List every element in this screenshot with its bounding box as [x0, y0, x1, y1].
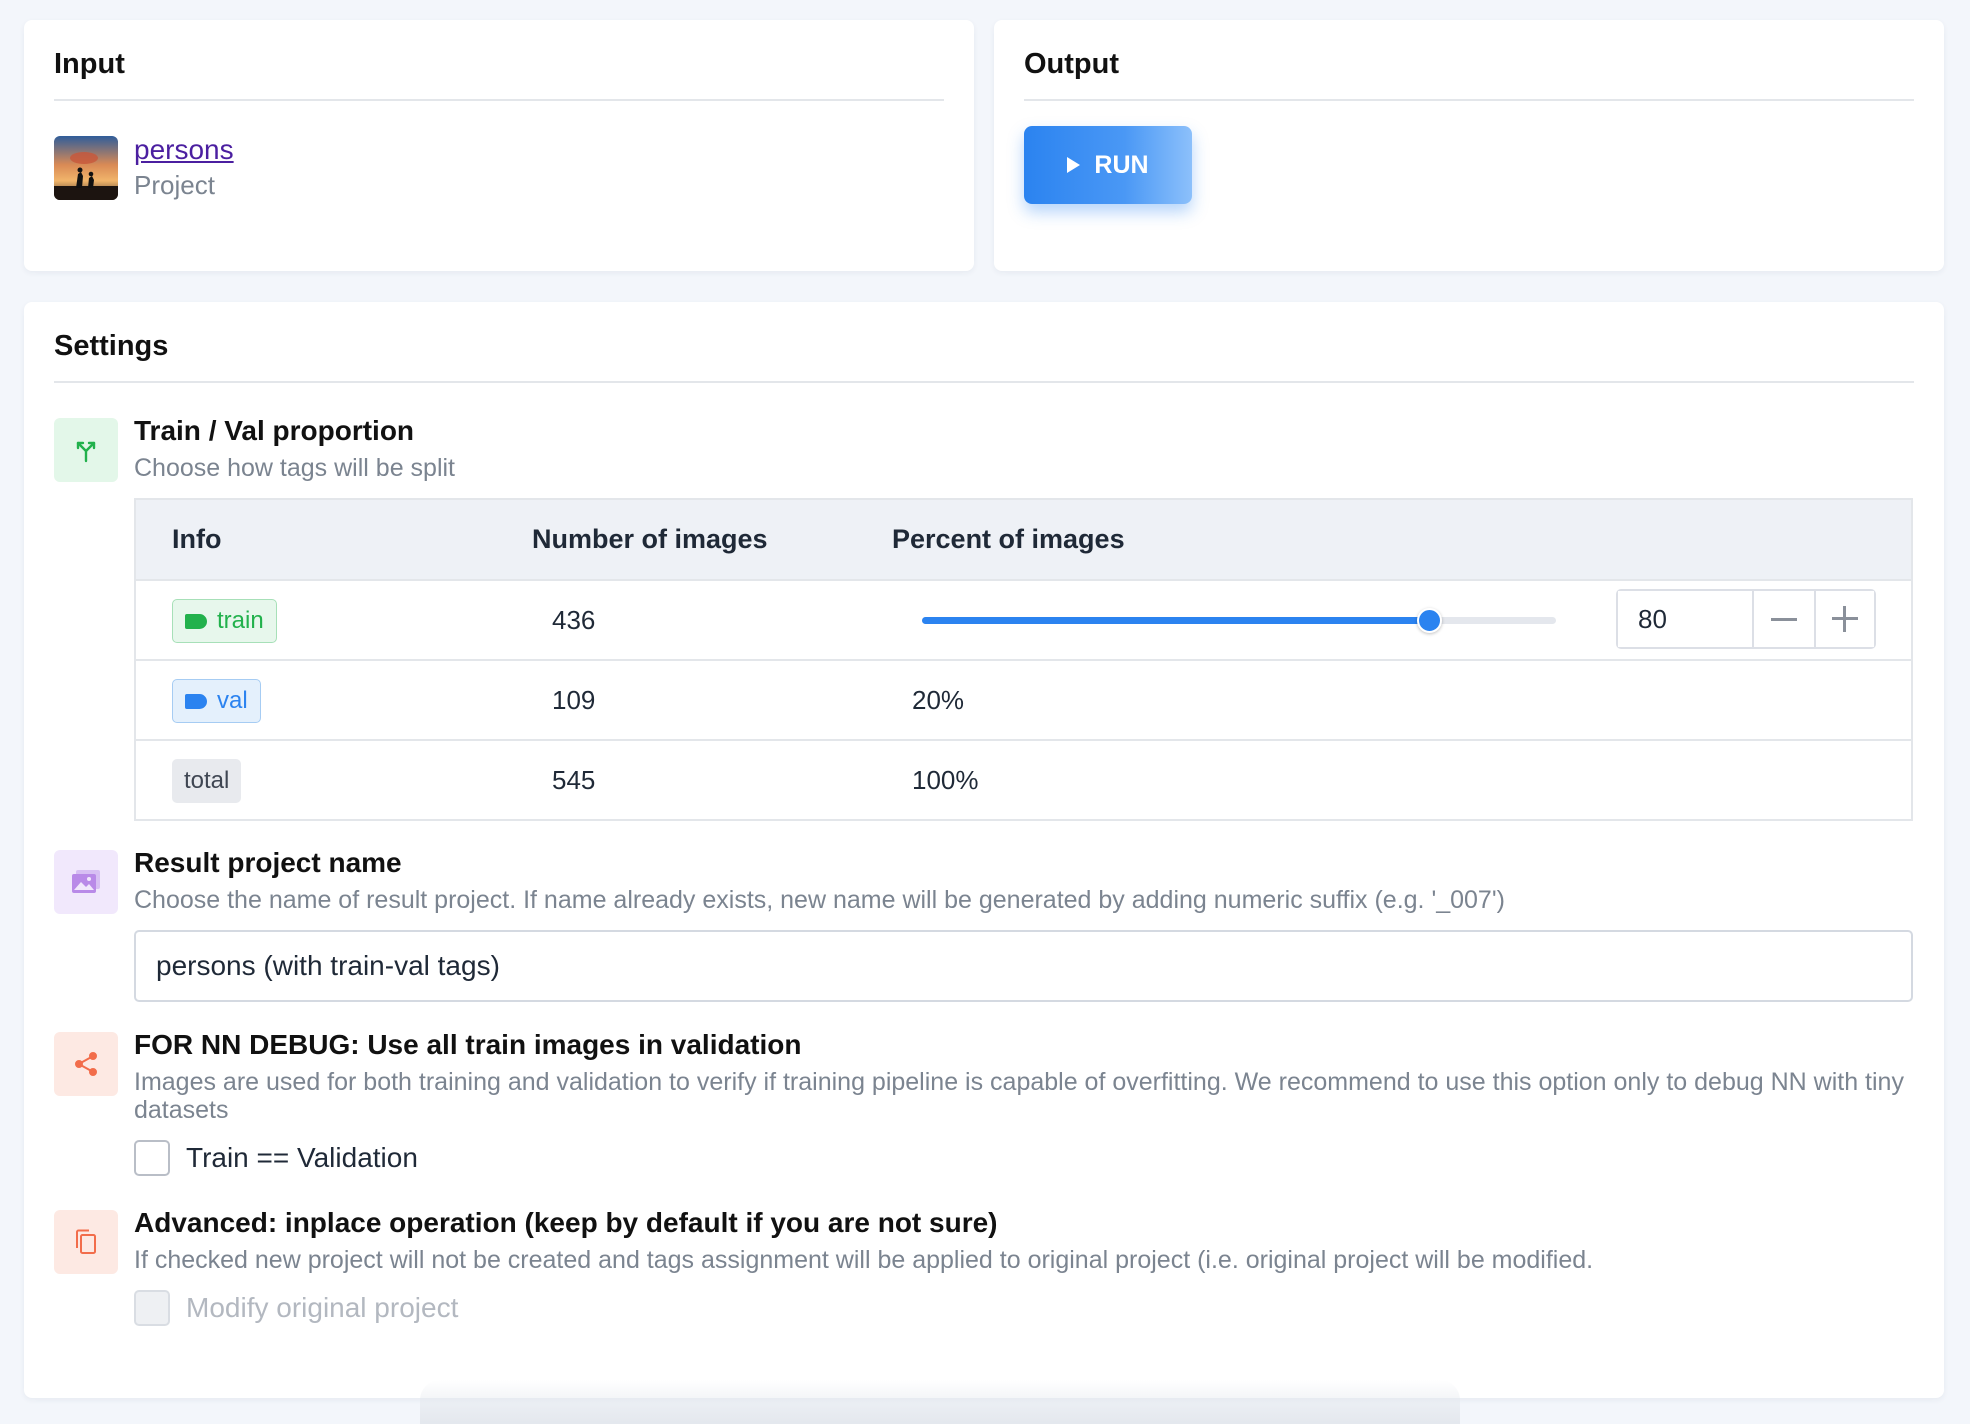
- train-count: 436: [552, 605, 596, 635]
- column-header-count: Number of images: [532, 524, 768, 554]
- column-header-percent: Percent of images: [892, 524, 1125, 554]
- run-button-label: RUN: [1094, 150, 1149, 179]
- tag-icon: [185, 693, 207, 709]
- train-tag-label: train: [217, 607, 264, 634]
- split-arrows-icon: [54, 418, 118, 482]
- share-icon: [54, 1032, 118, 1096]
- result-name-title: Result project name: [134, 847, 402, 878]
- settings-title: Settings: [54, 330, 169, 362]
- debug-title: FOR NN DEBUG: Use all train images in va…: [134, 1029, 802, 1060]
- copy-icon: [54, 1210, 118, 1274]
- project-link[interactable]: persons: [134, 134, 234, 166]
- output-card: Output RUN: [994, 20, 1944, 271]
- settings-card: Settings Train / Val proportion Choose h…: [24, 302, 1944, 1398]
- train-percent-input[interactable]: [1618, 591, 1754, 647]
- split-section-description: Choose how tags will be split: [134, 454, 455, 482]
- run-button[interactable]: RUN: [1024, 126, 1192, 204]
- slider-handle[interactable]: [1417, 608, 1443, 633]
- table-row-train: train 436: [136, 581, 1911, 661]
- input-card: Input persons Project: [24, 20, 974, 271]
- result-name-description: Choose the name of result project. If na…: [134, 886, 1505, 914]
- project-thumbnail: [54, 136, 118, 200]
- table-row-val: val 109 20%: [136, 661, 1911, 741]
- minus-icon: [1770, 617, 1797, 621]
- result-project-name-input[interactable]: [134, 930, 1913, 1002]
- train-equals-validation-checkbox[interactable]: [134, 1140, 170, 1176]
- inplace-title: Advanced: inplace operation (keep by def…: [134, 1207, 998, 1238]
- train-tag: train: [172, 599, 277, 643]
- table-header: Info Number of images Percent of images: [136, 500, 1911, 581]
- train-percent-slider[interactable]: [922, 608, 1556, 633]
- bottom-shadow-decoration: [420, 1380, 1460, 1424]
- tag-icon: [185, 613, 207, 629]
- modify-original-project-label[interactable]: Modify original project: [186, 1292, 458, 1324]
- plus-icon: [1831, 606, 1858, 632]
- inplace-description: If checked new project will not be creat…: [134, 1246, 1594, 1274]
- val-tag-label: val: [217, 687, 248, 714]
- input-title: Input: [54, 48, 125, 80]
- output-title: Output: [1024, 48, 1120, 80]
- decrement-button[interactable]: [1754, 591, 1814, 647]
- slider-fill: [922, 617, 1430, 624]
- table-row-total: total 545 100%: [136, 741, 1911, 821]
- increment-button[interactable]: [1813, 591, 1874, 647]
- input-divider: [54, 99, 944, 101]
- total-tag-label: total: [184, 767, 230, 794]
- split-table: Info Number of images Percent of images …: [134, 498, 1913, 821]
- project-type-label: Project: [134, 170, 215, 200]
- settings-divider: [54, 381, 1914, 383]
- val-tag: val: [172, 679, 261, 723]
- modify-original-project-checkbox[interactable]: [134, 1290, 170, 1326]
- total-tag: total: [172, 759, 242, 803]
- total-percent: 100%: [912, 765, 979, 795]
- train-equals-validation-label[interactable]: Train == Validation: [186, 1142, 418, 1174]
- train-percent-stepper: [1616, 589, 1876, 649]
- play-icon: [1067, 157, 1081, 173]
- val-percent: 20%: [912, 685, 965, 715]
- output-divider: [1024, 99, 1914, 101]
- debug-description: Images are used for both training and va…: [134, 1068, 1904, 1124]
- split-section-title: Train / Val proportion: [134, 415, 415, 446]
- image-gallery-icon: [54, 850, 118, 914]
- val-count: 109: [552, 685, 596, 715]
- total-count: 545: [552, 765, 596, 795]
- column-header-info: Info: [172, 524, 222, 554]
